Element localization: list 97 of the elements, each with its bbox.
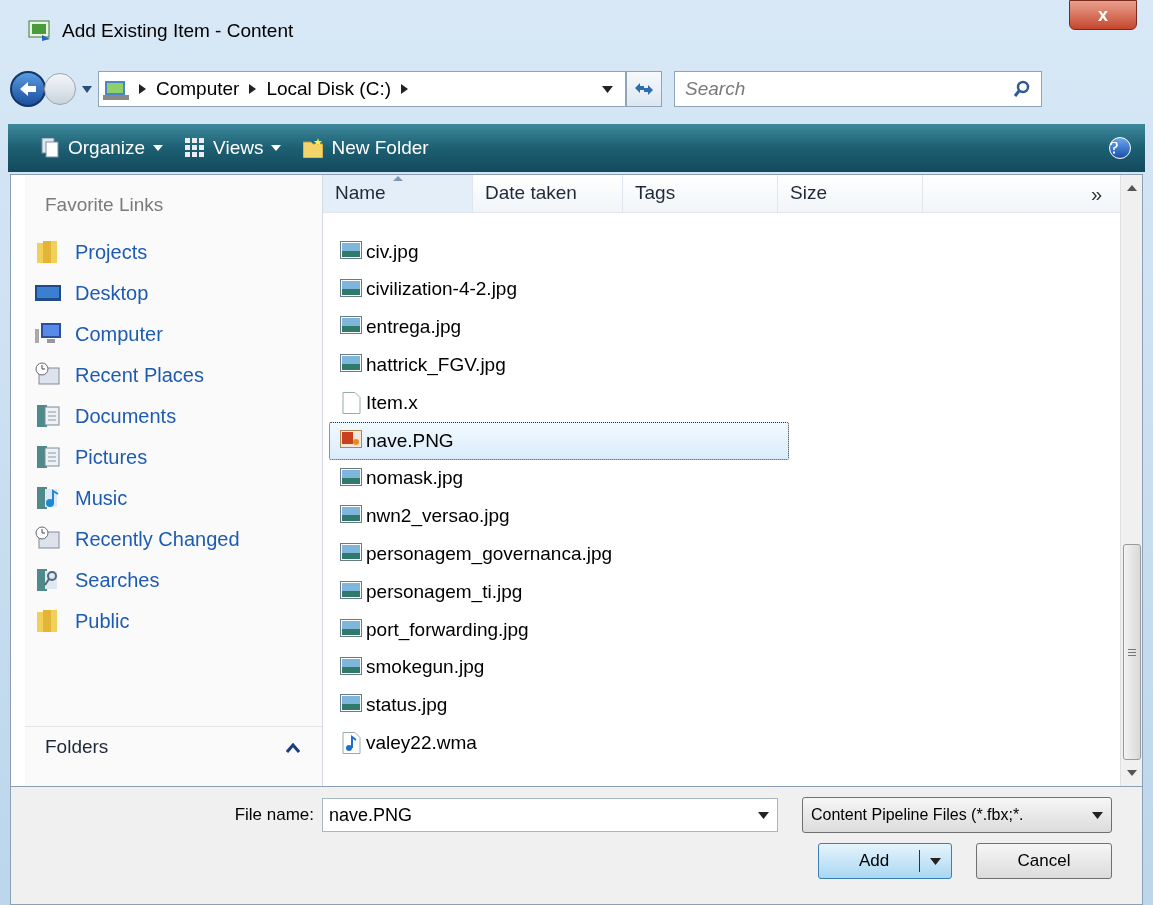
sidebar-link[interactable]: Searches (25, 559, 322, 600)
blank-file-icon (340, 392, 362, 415)
file-name: port_forwarding.jpg (366, 617, 529, 643)
scrollbar[interactable] (1120, 175, 1142, 786)
file-name: civ.jpg (366, 239, 419, 264)
scroll-up-icon[interactable] (1126, 185, 1137, 191)
clock-window-icon (35, 525, 61, 552)
sidebar-link[interactable]: Computer (25, 313, 322, 354)
toolbar-button[interactable]: New Folder (303, 133, 429, 163)
sidebar-heading: Favorite Links (44, 193, 165, 217)
library-icon (35, 402, 61, 429)
dropdown-caret-icon (1092, 811, 1103, 819)
file-name: Item.x (366, 390, 418, 415)
file-row[interactable]: hattrick_FGV.jpg (329, 346, 789, 385)
file-row[interactable]: nave.PNG (329, 422, 789, 460)
folders-bar[interactable]: Folders (25, 726, 322, 768)
refresh-button[interactable] (626, 71, 662, 107)
breadcrumb-arrow-icon[interactable] (139, 84, 146, 94)
column-header[interactable]: Tags (623, 175, 778, 212)
file-name: hattrick_FGV.jpg (366, 353, 506, 378)
breadcrumb-arrow-icon[interactable] (401, 84, 408, 94)
caret-icon (153, 145, 164, 151)
file-name-field[interactable]: nave.PNG (322, 798, 778, 832)
chevron-icon[interactable] (286, 742, 300, 753)
sidebar-link[interactable]: Desktop (25, 272, 322, 313)
new-folder-icon (303, 138, 324, 158)
back-button[interactable] (10, 71, 46, 107)
cancel-button[interactable]: Cancel (976, 843, 1112, 879)
sidebar-link[interactable]: Projects (25, 231, 322, 272)
caret-icon (271, 145, 282, 151)
dropdown-caret-icon[interactable] (930, 857, 941, 865)
pages-icon (40, 138, 60, 158)
column-header[interactable]: Size (778, 175, 923, 212)
file-name: nomask.jpg (366, 466, 464, 491)
sidebar-link[interactable]: Recent Places (25, 354, 322, 395)
window-title: Add Existing Item - Content (62, 18, 294, 43)
file-name: personagem_ti.jpg (366, 579, 523, 605)
help-button[interactable] (1109, 137, 1131, 159)
dropdown-caret-icon[interactable] (602, 85, 613, 93)
clock-window-icon (35, 361, 61, 388)
add-button[interactable]: Add (818, 843, 952, 879)
breadcrumb[interactable]: Computer (156, 74, 240, 104)
file-row[interactable]: smokegun.jpg (329, 648, 789, 687)
file-name: nave.PNG (366, 428, 454, 453)
sidebar-link[interactable]: Music (25, 477, 322, 518)
sidebar-link[interactable]: Pictures (25, 436, 322, 477)
audio-file-icon (340, 732, 362, 755)
scroll-down-icon[interactable] (1126, 770, 1137, 776)
file-name: valey22.wma (366, 731, 477, 755)
help-icon (1110, 142, 1118, 154)
back-arrow-icon (18, 80, 38, 98)
toolbar-button[interactable]: Views (185, 133, 282, 163)
grid-icon (185, 138, 206, 158)
column-header[interactable]: Date taken (473, 175, 623, 212)
file-name: entrega.jpg (366, 315, 462, 340)
scroll-thumb[interactable] (1122, 544, 1141, 760)
sort-arrow-icon (393, 176, 403, 181)
address-bar[interactable]: Computer Local Disk (C:) (98, 71, 626, 107)
file-name: civilization-4-2.jpg (366, 277, 517, 302)
dropdown-caret-icon[interactable] (758, 811, 769, 819)
refresh-icon (634, 82, 654, 96)
sidebar-link[interactable]: Recently Changed (25, 518, 322, 559)
library-icon (35, 443, 61, 470)
file-row[interactable]: personagem_governanca.jpg (329, 535, 789, 574)
search-icon[interactable] (1013, 80, 1031, 98)
file-row[interactable]: civilization-4-2.jpg (329, 270, 789, 309)
file-row[interactable]: Item.x (329, 384, 789, 422)
file-name-label: File name: (234, 804, 314, 827)
file-type-dropdown[interactable]: Content Pipeline Files (*.fbx;*. (802, 797, 1112, 833)
breadcrumb[interactable]: Local Disk (C:) (266, 74, 391, 104)
file-row[interactable]: valey22.wma (329, 724, 789, 763)
search-input[interactable]: Search (685, 74, 1013, 104)
file-row[interactable]: personagem_ti.jpg (329, 573, 789, 611)
sidebar-link[interactable]: Public (25, 600, 322, 641)
sidebar-link[interactable]: Documents (25, 395, 322, 436)
file-name: nwn2_versao.jpg (366, 504, 510, 529)
music-icon (35, 484, 61, 511)
file-row[interactable]: entrega.jpg (329, 308, 789, 347)
file-name: status.jpg (366, 693, 448, 718)
history-caret-icon[interactable] (82, 85, 92, 93)
file-row[interactable]: nomask.jpg (329, 459, 789, 498)
file-row[interactable]: status.jpg (329, 686, 789, 725)
file-name: smokegun.jpg (366, 655, 485, 680)
toolbar-button[interactable]: Organize (40, 133, 164, 163)
file-row[interactable]: nwn2_versao.jpg (329, 497, 789, 536)
file-name-input[interactable]: nave.PNG (329, 801, 758, 829)
breadcrumb-arrow-icon[interactable] (249, 84, 257, 94)
column-header[interactable]: Name (323, 175, 473, 212)
file-row[interactable]: port_forwarding.jpg (329, 610, 789, 649)
app-icon (28, 20, 52, 42)
search-field[interactable]: Search (674, 71, 1042, 107)
grip-icon (1127, 648, 1136, 656)
file-name: personagem_governanca.jpg (366, 542, 613, 567)
folders-label: Folders (45, 735, 109, 760)
add-label[interactable]: Add (819, 848, 919, 874)
more-columns-chevron[interactable]: » (1090, 178, 1102, 209)
file-row[interactable]: civ.jpg (329, 233, 789, 271)
